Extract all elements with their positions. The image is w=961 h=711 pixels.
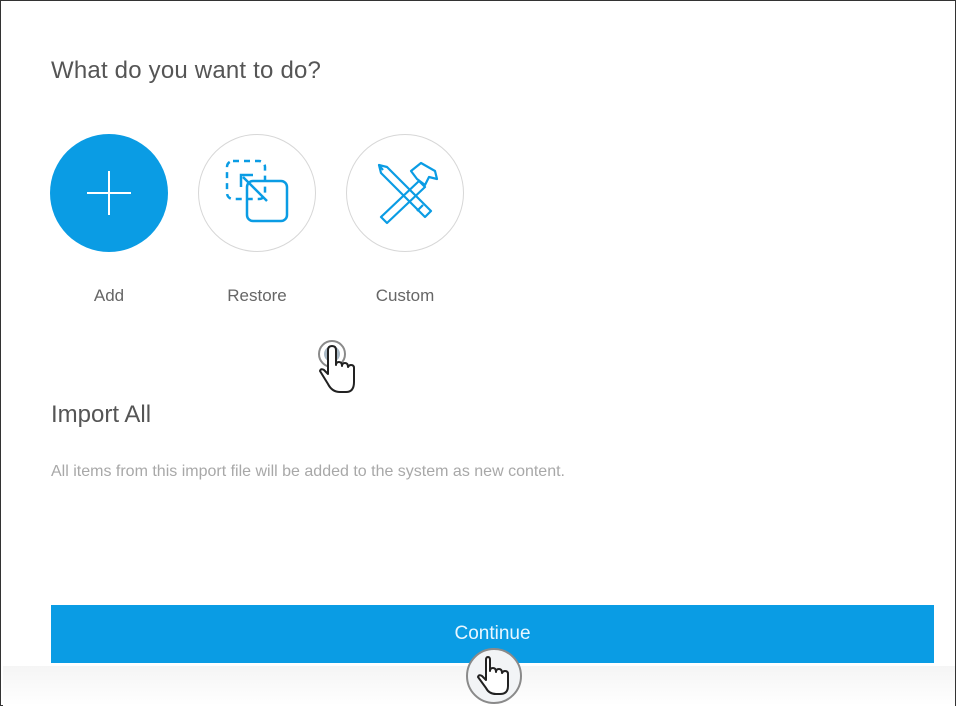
continue-button[interactable]: Continue (51, 605, 934, 663)
option-label-restore: Restore (227, 286, 287, 305)
option-restore[interactable]: Restore (197, 134, 317, 306)
option-add[interactable]: Add (49, 134, 169, 306)
restore-circle[interactable] (198, 134, 316, 252)
option-label-add: Add (93, 286, 125, 305)
section-title: Import All (51, 401, 152, 428)
custom-circle[interactable] (346, 134, 464, 252)
plus-icon (87, 171, 131, 215)
footer-strip (3, 666, 955, 706)
tools-icon (377, 161, 439, 225)
add-circle[interactable] (50, 134, 168, 252)
import-dialog: What do you want to do? Add Restore Cust… (0, 0, 956, 706)
section-description: All items from this import file will be … (51, 463, 565, 480)
restore-icon (225, 159, 289, 223)
option-label-custom: Custom (375, 286, 435, 305)
option-custom[interactable]: Custom (345, 134, 465, 306)
dialog-question: What do you want to do? (51, 57, 322, 84)
